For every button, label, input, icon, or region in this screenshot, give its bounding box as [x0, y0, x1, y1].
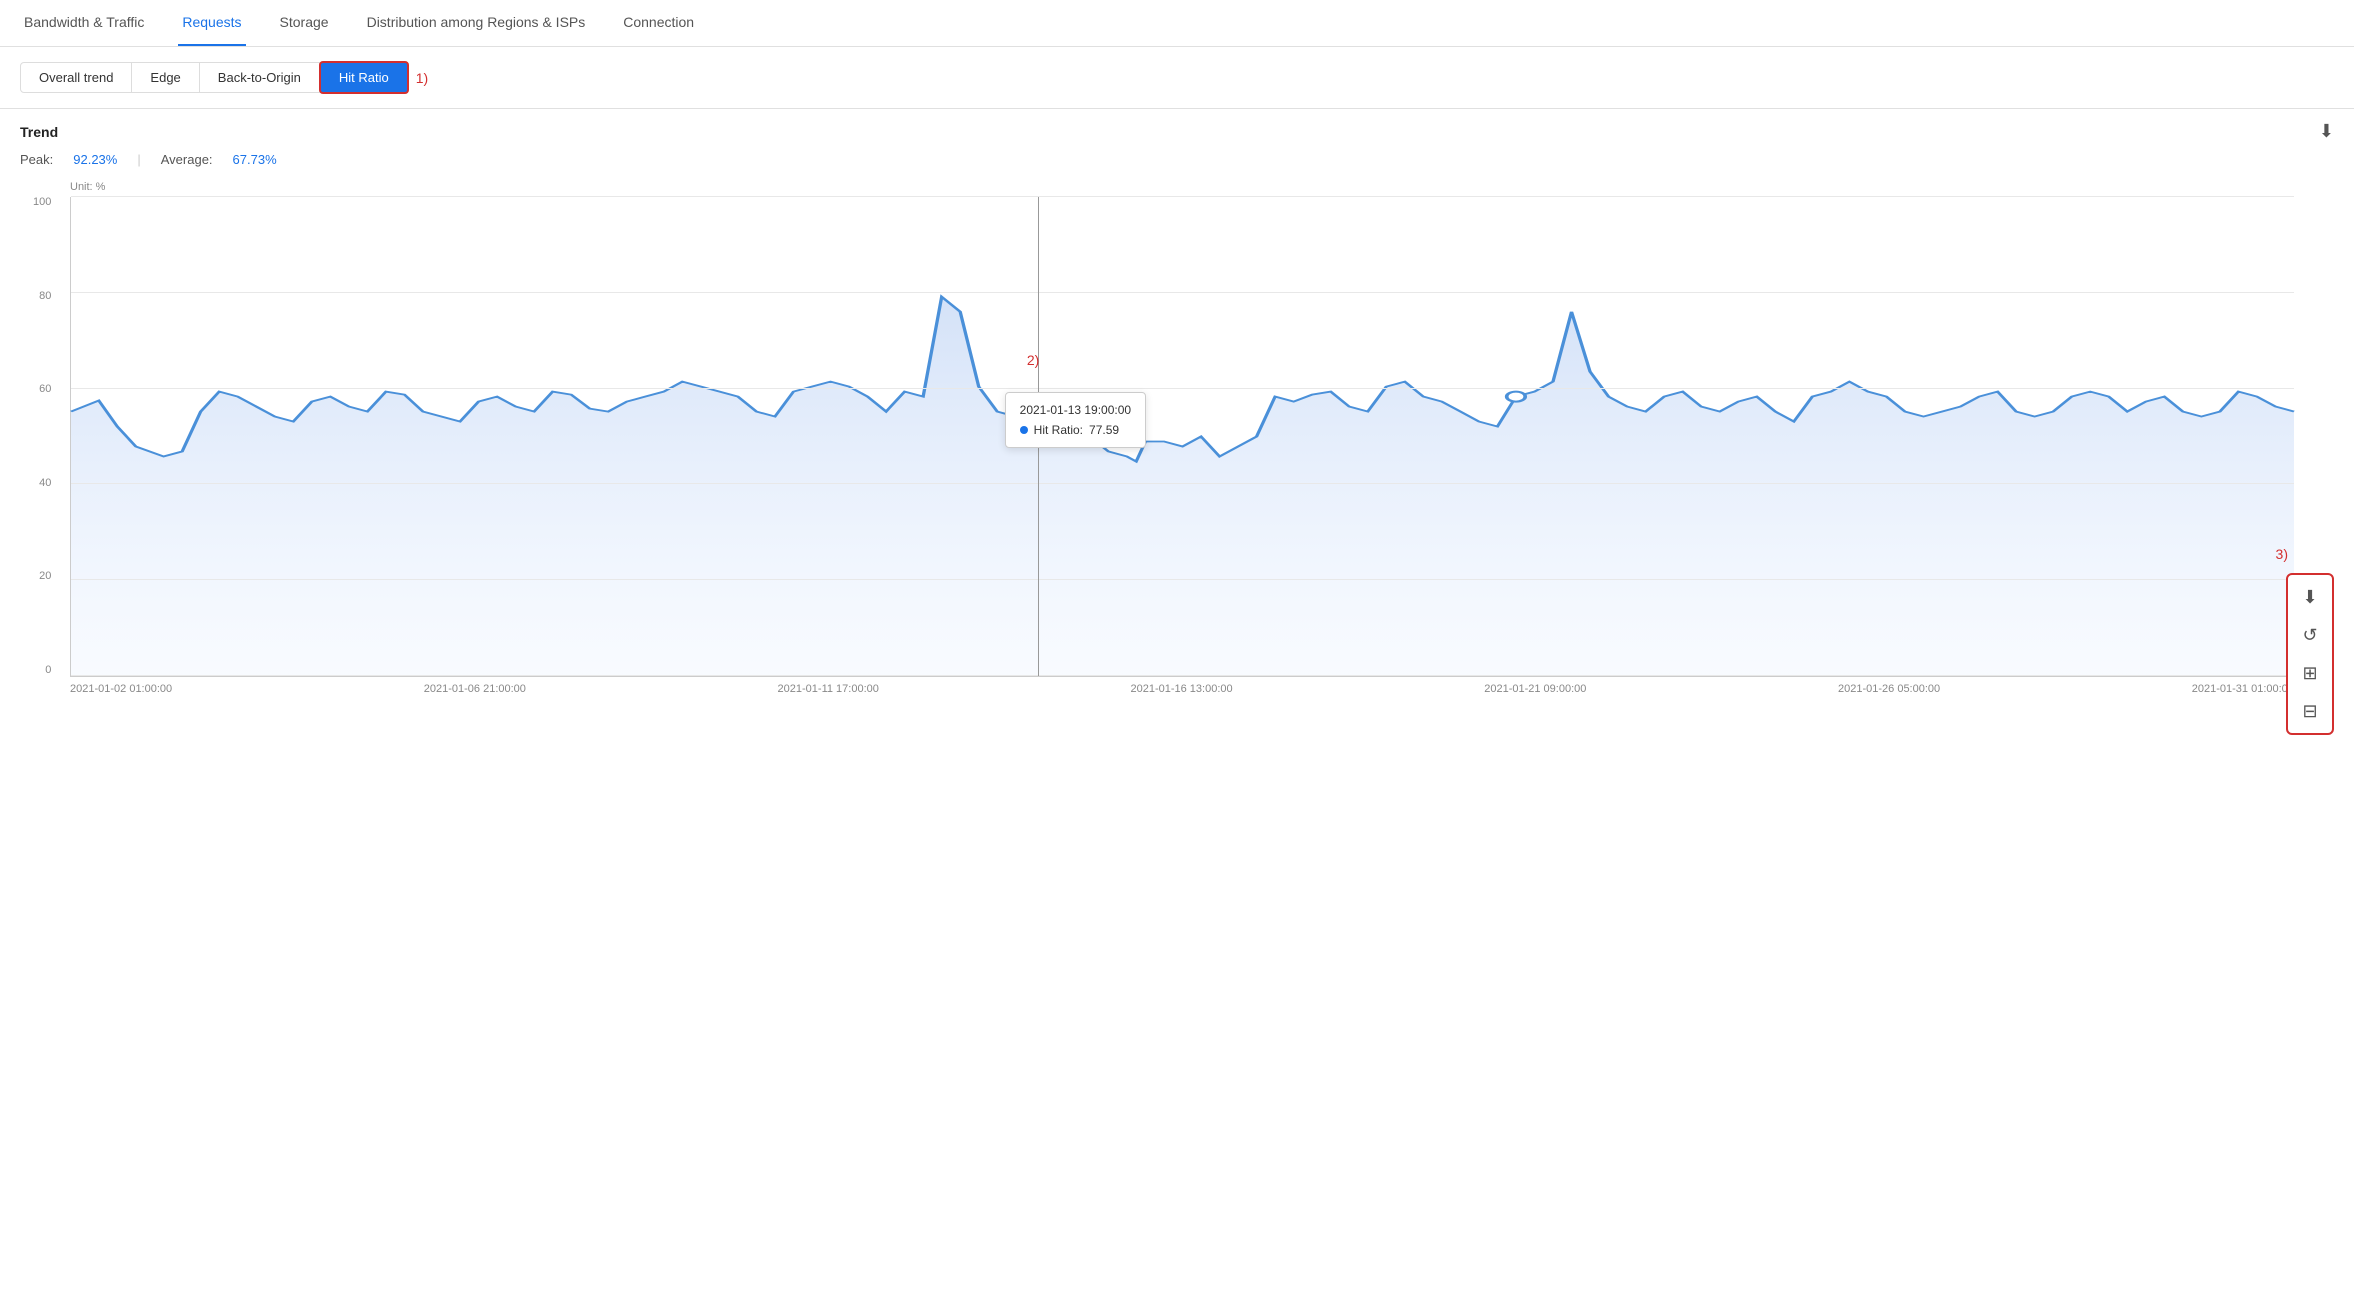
chart-svg: [71, 197, 2294, 676]
x-label-1: 2021-01-06 21:00:00: [424, 683, 526, 695]
x-label-5: 2021-01-26 05:00:00: [1838, 683, 1940, 695]
top-navigation: Bandwidth & Traffic Requests Storage Dis…: [0, 0, 2354, 47]
stats-row: Peak: 92.23% | Average: 67.73%: [20, 152, 2334, 167]
y-label-60: 60: [33, 384, 51, 395]
subtab-edge[interactable]: Edge: [131, 62, 199, 93]
x-axis: 2021-01-02 01:00:00 2021-01-06 21:00:00 …: [70, 683, 2294, 695]
stat-divider: |: [137, 152, 140, 167]
collapse-button[interactable]: ⊟: [2292, 693, 2328, 729]
trend-section: Trend ⬇ Peak: 92.23% | Average: 67.73% U…: [0, 109, 2354, 695]
tab-connection[interactable]: Connection: [619, 0, 698, 46]
tooltip-label: Hit Ratio:: [1034, 423, 1083, 437]
tab-distribution[interactable]: Distribution among Regions & ISPs: [363, 0, 590, 46]
sub-tabs: Overall trend Edge Back-to-Origin Hit Ra…: [0, 47, 2354, 109]
average-value: 67.73%: [233, 152, 277, 167]
expand-button[interactable]: ⊞: [2292, 655, 2328, 691]
y-axis: 0 20 40 60 80 100: [33, 197, 51, 676]
y-label-20: 20: [33, 571, 51, 582]
subtab-hit-ratio[interactable]: Hit Ratio: [319, 61, 409, 94]
section-title: Trend: [20, 124, 58, 140]
chart-area: 0 20 40 60 80 100 2): [70, 197, 2294, 677]
tooltip-value-row: Hit Ratio: 77.59: [1020, 423, 1131, 437]
annotation-3: 3): [2276, 546, 2288, 562]
right-actions-panel: ⬇ ↺ ⊞ ⊟: [2286, 573, 2334, 735]
tab-requests[interactable]: Requests: [178, 0, 245, 46]
refresh-button[interactable]: ↺: [2292, 617, 2328, 653]
x-label-2: 2021-01-11 17:00:00: [778, 683, 879, 695]
average-label: Average:: [161, 152, 213, 167]
tooltip: 2021-01-13 19:00:00 Hit Ratio: 77.59: [1005, 392, 1146, 448]
tab-bandwidth[interactable]: Bandwidth & Traffic: [20, 0, 148, 46]
tooltip-date: 2021-01-13 19:00:00: [1020, 403, 1131, 417]
annotation-2: 2): [1027, 352, 1039, 368]
x-label-0: 2021-01-02 01:00:00: [70, 683, 172, 695]
x-label-3: 2021-01-16 13:00:00: [1130, 683, 1232, 695]
peak-value: 92.23%: [73, 152, 117, 167]
subtab-overall-trend[interactable]: Overall trend: [20, 62, 132, 93]
subtab-back-to-origin[interactable]: Back-to-Origin: [199, 62, 320, 93]
y-label-40: 40: [33, 478, 51, 489]
download-icon[interactable]: ⬇: [2319, 121, 2334, 142]
tooltip-dot: [1020, 426, 1028, 434]
download-button[interactable]: ⬇: [2292, 579, 2328, 615]
annotation-1: 1): [416, 70, 428, 86]
y-label-100: 100: [33, 197, 51, 208]
x-label-6: 2021-01-31 01:00:00: [2192, 683, 2294, 695]
y-label-0: 0: [33, 665, 51, 676]
tab-storage[interactable]: Storage: [276, 0, 333, 46]
x-label-4: 2021-01-21 09:00:00: [1484, 683, 1586, 695]
tooltip-value: 77.59: [1089, 423, 1119, 437]
peak-label: Peak:: [20, 152, 53, 167]
y-label-80: 80: [33, 291, 51, 302]
unit-label: Unit: %: [70, 181, 2294, 193]
